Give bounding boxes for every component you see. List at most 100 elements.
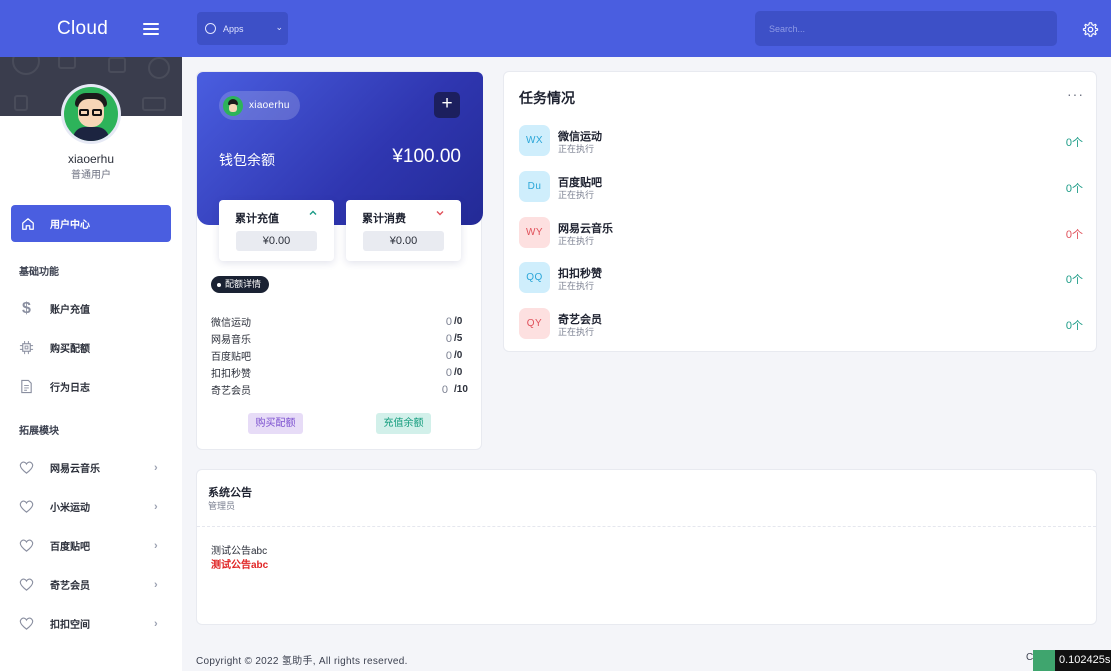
list-item: WY 网易云音乐 正在执行 0个 <box>519 217 1083 250</box>
task-count: 0个 <box>1065 229 1083 241</box>
profile-username: xiaoerhu <box>67 152 115 166</box>
heart-icon <box>19 578 34 591</box>
recharge-button[interactable]: 充值余额 <box>376 413 431 434</box>
buy-quota-button[interactable]: 购买配额 <box>248 413 303 434</box>
chevron-down-icon <box>436 211 444 216</box>
chevron-right-icon: › <box>154 500 158 513</box>
sidebar-item-user-center[interactable]: 用户中心 <box>11 205 171 242</box>
globe-icon <box>205 23 216 34</box>
sidebar-item-netease-music[interactable]: 网易云音乐 › <box>0 448 182 487</box>
dollar-icon: $ <box>22 299 31 317</box>
quota-detail-badge: 配额详情 <box>211 276 270 293</box>
brand-name: Cloud <box>57 17 109 39</box>
sidebar-item-label: 行为日志 <box>50 383 90 394</box>
quota-total: /0 <box>454 367 463 378</box>
notice-text: 测试公告abc <box>211 546 268 557</box>
task-card-title: 任务情况 <box>519 90 575 106</box>
quota-name: 百度贴吧 <box>211 352 251 363</box>
sidebar-item-label: 购买配额 <box>50 344 90 355</box>
task-icon: WY <box>519 217 550 248</box>
wallet-username: xiaoerhu <box>249 100 290 111</box>
apps-label: Apps <box>223 23 244 34</box>
quota-total: /0 <box>454 350 463 361</box>
home-icon <box>22 217 34 230</box>
quota-used: 0 <box>445 332 452 345</box>
quota-used: 0 <box>445 349 452 362</box>
list-item: 扣扣秒赞 0 /0 <box>211 364 468 381</box>
avatar[interactable] <box>61 84 121 144</box>
avatar <box>223 95 243 116</box>
gear-icon[interactable] <box>1082 21 1099 38</box>
task-card: 任务情况 ··· WX 微信运动 正在执行 0个 Du 百度贴吧 正在执行 0个… <box>503 71 1097 352</box>
quota-used: 0 <box>441 383 448 396</box>
sidebar-item-iqiyi-vip[interactable]: 奇艺会员 › <box>0 565 182 604</box>
nav-section-extensions: 拓展模块 <box>19 426 59 437</box>
list-item: WX 微信运动 正在执行 0个 <box>519 125 1083 158</box>
apps-dropdown[interactable]: Apps ⌄ <box>197 12 288 45</box>
search-input[interactable] <box>755 11 1057 46</box>
task-icon: WX <box>519 125 550 156</box>
wallet-balance-label: 钱包余额 <box>219 152 275 168</box>
task-status: 正在执行 <box>558 144 595 154</box>
notice-title: 系统公告 <box>208 487 252 499</box>
heart-icon <box>19 617 34 630</box>
sidebar-nav: 用户中心 基础功能 $ 账户充值 购买配额 行为日志 拓展模块 网易云音乐 › … <box>0 190 182 643</box>
profile-card: xiaoerhu 普通用户 <box>0 84 182 190</box>
task-count: 0个 <box>1065 274 1083 286</box>
profile-role: 普通用户 <box>71 170 111 181</box>
task-status: 正在执行 <box>558 236 595 246</box>
more-icon[interactable]: ··· <box>1067 86 1084 102</box>
chevron-down-icon: ⌄ <box>275 22 283 32</box>
sidebar-item-recharge[interactable]: $ 账户充值 <box>0 289 182 328</box>
list-item: Du 百度贴吧 正在执行 0个 <box>519 171 1083 204</box>
notice-text-highlight: 测试公告abc <box>211 560 269 571</box>
list-item: 百度贴吧 0 /0 <box>211 347 468 364</box>
quota-name: 奇艺会员 <box>211 386 251 397</box>
sidebar-item-label: 账户充值 <box>50 305 90 316</box>
task-status: 正在执行 <box>558 190 595 200</box>
timer-logo-icon <box>1033 650 1055 671</box>
task-icon: QQ <box>519 262 550 293</box>
total-recharge-value: ¥0.00 <box>236 231 317 251</box>
quota-total: /5 <box>454 333 463 344</box>
quota-list: 微信运动 0 /0 网易音乐 0 /5 百度贴吧 0 /0 扣扣秒赞 0 /0 … <box>211 313 468 398</box>
list-item: 网易音乐 0 /5 <box>211 330 468 347</box>
sidebar-item-label: 奇艺会员 <box>50 581 90 592</box>
sidebar-item-activity-log[interactable]: 行为日志 <box>0 367 182 406</box>
topbar: Apps ⌄ <box>182 0 1111 57</box>
cpu-icon <box>19 340 34 355</box>
chevron-up-icon <box>309 210 317 215</box>
chevron-right-icon: › <box>154 578 158 591</box>
chevron-right-icon: › <box>154 539 158 552</box>
sidebar-item-label: 用户中心 <box>50 220 90 231</box>
quota-used: 0 <box>445 315 452 328</box>
task-count: 0个 <box>1065 137 1083 149</box>
task-count: 0个 <box>1065 320 1083 332</box>
quota-name: 微信运动 <box>211 318 251 329</box>
footer-copyright: Copyright © 2022 氢助手, All rights reserve… <box>196 656 408 667</box>
sidebar-item-xiaomi-sport[interactable]: 小米运动 › <box>0 487 182 526</box>
task-icon: Du <box>519 171 550 202</box>
notice-author: 管理员 <box>208 501 236 511</box>
notice-card: 系统公告 管理员 测试公告abc 测试公告abc <box>196 469 1097 625</box>
sidebar-item-baidu-tieba[interactable]: 百度贴吧 › <box>0 526 182 565</box>
brand-bar: Cloud <box>0 0 182 57</box>
list-item: QY 奇艺会员 正在执行 0个 <box>519 308 1083 341</box>
menu-toggle-icon[interactable] <box>143 22 160 35</box>
file-text-icon <box>21 379 32 394</box>
sidebar-item-label: 扣扣空间 <box>50 620 90 631</box>
total-spend-box: 累计消费 ¥0.00 <box>346 200 461 261</box>
sidebar-item-buy-quota[interactable]: 购买配额 <box>0 328 182 367</box>
list-item: QQ 扣扣秒赞 正在执行 0个 <box>519 262 1083 295</box>
quota-name: 扣扣秒赞 <box>211 369 251 380</box>
sidebar-item-qq-zone[interactable]: 扣扣空间 › <box>0 604 182 643</box>
task-count: 0个 <box>1065 183 1083 195</box>
sidebar-item-label: 百度贴吧 <box>50 542 90 553</box>
quota-total: /10 <box>454 384 468 395</box>
chevron-right-icon: › <box>154 617 158 630</box>
heart-icon <box>19 461 34 474</box>
add-button[interactable]: + <box>434 92 460 118</box>
nav-section-basic: 基础功能 <box>19 267 59 278</box>
chevron-right-icon: › <box>154 461 158 474</box>
list-item: 微信运动 0 /0 <box>211 313 468 330</box>
